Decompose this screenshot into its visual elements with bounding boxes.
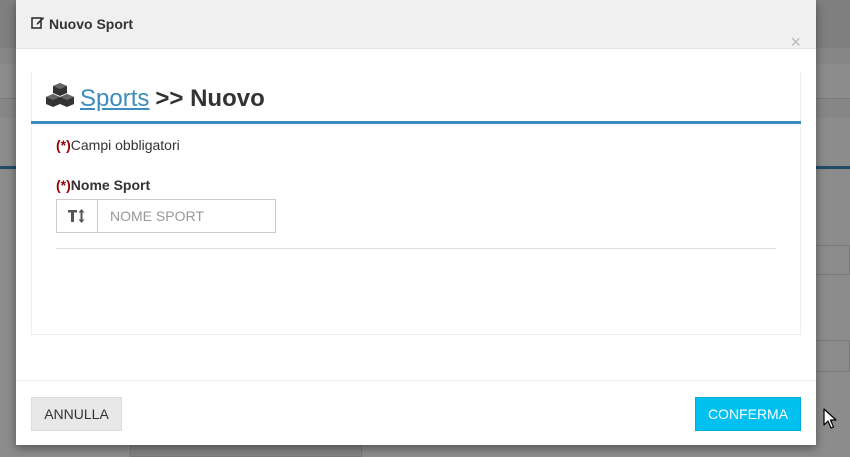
page-title: Sports >> Nuovo (46, 82, 265, 115)
form-divider (56, 248, 776, 249)
nome-sport-label: (*)Nome Sport (56, 177, 150, 193)
title-divider (31, 121, 801, 124)
close-icon[interactable]: × (790, 33, 801, 51)
required-mark: (*) (56, 177, 71, 193)
confirm-button[interactable]: CONFERMA (695, 397, 801, 431)
modal-header: Nuovo Sport × (16, 0, 816, 51)
mouse-cursor-icon (823, 408, 837, 435)
required-legend-text: Campi obbligatori (70, 137, 180, 153)
page-title-suffix: >> Nuovo (155, 84, 265, 112)
cubes-icon (46, 82, 74, 115)
nome-sport-input-group (56, 199, 276, 233)
cancel-button[interactable]: ANNULLA (31, 397, 122, 431)
nome-sport-label-text: Nome Sport (70, 177, 151, 193)
required-mark: (*) (56, 137, 71, 153)
edit-icon (31, 15, 45, 32)
required-legend: (*)Campi obbligatori (56, 137, 180, 153)
sports-breadcrumb-link[interactable]: Sports (80, 85, 149, 113)
nome-sport-input[interactable] (98, 200, 275, 232)
text-height-icon (57, 200, 98, 232)
modal-footer: ANNULLA CONFERMA (16, 380, 816, 446)
modal-title-text: Nuovo Sport (49, 15, 133, 32)
modal-dialog: Nuovo Sport × Sports >> Nuovo (*)Campi o… (16, 0, 816, 445)
modal-title: Nuovo Sport (31, 15, 133, 32)
